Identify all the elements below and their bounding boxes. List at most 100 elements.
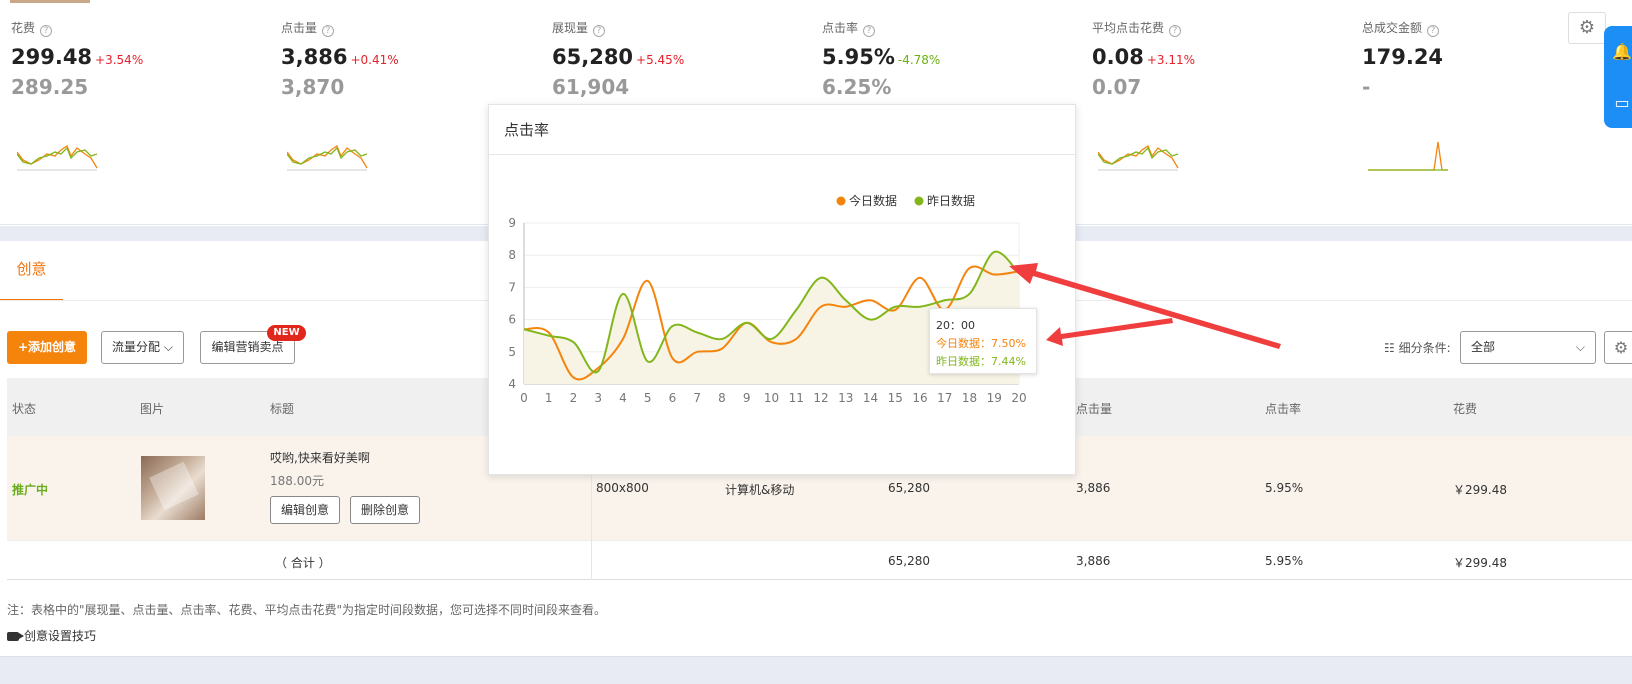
metric-label: 点击量? [281,20,531,37]
metric-yesterday: 6.25% [822,75,892,99]
row-price: 188.00元 [270,474,324,488]
x-tick-label: 7 [693,391,701,405]
row-clicks: 3,886 [1076,481,1111,495]
sparkline-today [1368,141,1448,171]
x-tick-label: 11 [789,391,804,405]
tooltip-today: 今日数据：7.50% [936,337,1026,350]
top-thumbnail [10,0,90,3]
sparkline-yesterday [1098,146,1179,165]
x-tick-label: 8 [718,391,726,405]
metric-card[interactable]: 平均点击花费? 0.08 +3.11% 0.07 [1092,20,1342,101]
x-tick-label: 16 [912,391,927,405]
row-ctr: 5.95% [1265,481,1304,495]
popup-title: 点击率 [489,105,1075,155]
metric-today: 0.08 +3.11% [1092,44,1342,70]
filter-select[interactable]: 全部 ⌵ [1460,331,1596,364]
x-tick-label: 10 [764,391,779,405]
x-tick-label: 4 [619,391,627,405]
sparkline-today [287,145,368,169]
x-tick-label: 9 [743,391,751,405]
metric-card[interactable]: 点击率? 5.95% -4.78% 6.25% [822,20,1072,101]
gear-icon: ⚙ [1613,338,1629,357]
question-icon[interactable]: ? [40,25,53,37]
sum-cost: ￥299.48 [1453,556,1507,570]
bell-icon[interactable]: 🔔 [1604,26,1632,77]
question-icon[interactable]: ? [1427,25,1440,37]
delete-creative-button[interactable]: 删除创意 [350,496,420,524]
creative-thumbnail[interactable] [141,456,205,520]
sparkline-today [1098,145,1179,169]
metric-today: 65,280 +5.45% [552,44,802,70]
traffic-allocation-label: 流量分配 [112,340,161,354]
header-cost[interactable]: 花费 [1453,400,1477,417]
metric-label: 点击率? [822,20,1072,37]
y-tick-label: 6 [508,313,516,327]
x-tick-label: 13 [838,391,853,405]
chat-icon[interactable]: ▭ [1604,77,1632,128]
x-tick-label: 14 [863,391,878,405]
metric-sparkline [1368,141,1448,171]
metric-card[interactable]: 展现量? 65,280 +5.45% 61,904 [552,20,802,101]
metric-yesterday: 3,870 [281,75,345,99]
footer-band [0,656,1632,684]
y-tick-label: 5 [508,345,516,359]
metric-change: +3.11% [1146,53,1196,67]
metric-yesterday: - [1362,75,1371,99]
ctr-chart-popup: 点击率 4 5 6 7 8 9 0 1 2 3 4 5 6 7 8 9 10 11 12 13 14 15 16 17 18 19… [488,104,1076,475]
x-tick-label: 1 [545,391,553,405]
row-size: 800x800 [596,481,649,495]
sparkline-today [17,145,98,169]
header-title: 标题 [270,402,295,416]
question-icon[interactable]: ? [322,25,335,37]
chart-tooltip: 20：00 今日数据：7.50% 昨日数据：7.44% [929,308,1037,374]
sum-label: （ 合计 ） [275,556,331,570]
x-tick-label: 6 [669,391,677,405]
gear-icon: ⚙ [1578,17,1596,38]
filter-select-value: 全部 [1471,340,1496,354]
sparkline-yesterday [17,146,98,165]
tooltip-yesterday: 昨日数据：7.44% [936,355,1026,368]
row-impressions: 65,280 [888,481,930,495]
edit-creative-button[interactable]: 编辑创意 [270,496,340,524]
row-platform: 计算机&移动 [725,483,795,497]
traffic-allocation-dropdown[interactable]: 流量分配 ⌵ [101,331,184,364]
table-settings-button[interactable]: ⚙ [1604,331,1632,364]
y-tick-label: 8 [508,248,516,262]
metric-sparkline [1098,145,1179,171]
legend-marker-昨日数据 [914,196,924,206]
row-cost: ￥299.48 [1453,483,1507,497]
metric-change: +5.45% [636,53,685,67]
filter-condition-label: ☷ 细分条件: [1384,339,1451,356]
x-tick-label: 0 [520,391,528,405]
question-icon[interactable]: ? [863,25,876,37]
new-badge: NEW [267,325,306,341]
header-status: 状态 [12,402,37,416]
metric-sparkline [17,145,98,171]
header-clicks[interactable]: 点击量 [1076,400,1112,417]
x-tick-label: 20 [1011,391,1026,405]
legend-label-昨日数据: 昨日数据 [927,193,975,208]
metric-value: 5.95% [822,45,895,69]
metric-today: 299.48 +3.54% [11,44,261,70]
metric-value: 3,886 [281,45,348,69]
metric-card[interactable]: 花费? 299.48 +3.54% 289.25 [11,20,261,101]
header-ctr[interactable]: 点击率 [1265,400,1301,417]
metric-card[interactable]: 点击量? 3,886 +0.41% 3,870 [281,20,531,101]
sum-impressions: 65,280 [888,554,930,568]
y-tick-label: 9 [508,216,516,230]
chevron-down-icon: ⌵ [160,340,173,354]
floating-toolbar: 🔔 ▭ [1604,26,1632,128]
metric-label: 花费? [11,20,261,37]
settings-button[interactable]: ⚙ [1568,12,1606,44]
tab-creative[interactable]: 创意 [0,241,63,301]
question-icon[interactable]: ? [1169,25,1182,37]
question-icon[interactable]: ? [593,25,606,37]
metric-change: -4.78% [897,53,941,67]
add-creative-button[interactable]: +添加创意 [7,331,87,364]
row-title: 哎哟,快来看好美啊 [270,451,370,465]
metric-change: +3.54% [95,53,144,67]
metric-today: 179.24 [1362,44,1612,70]
creative-tips-link[interactable]: 创意设置技巧 [7,627,96,644]
table-summary-row: （ 合计 ） 65,280 3,886 5.95% ￥299.48 [7,541,1632,580]
metric-change: +0.41% [350,53,399,67]
